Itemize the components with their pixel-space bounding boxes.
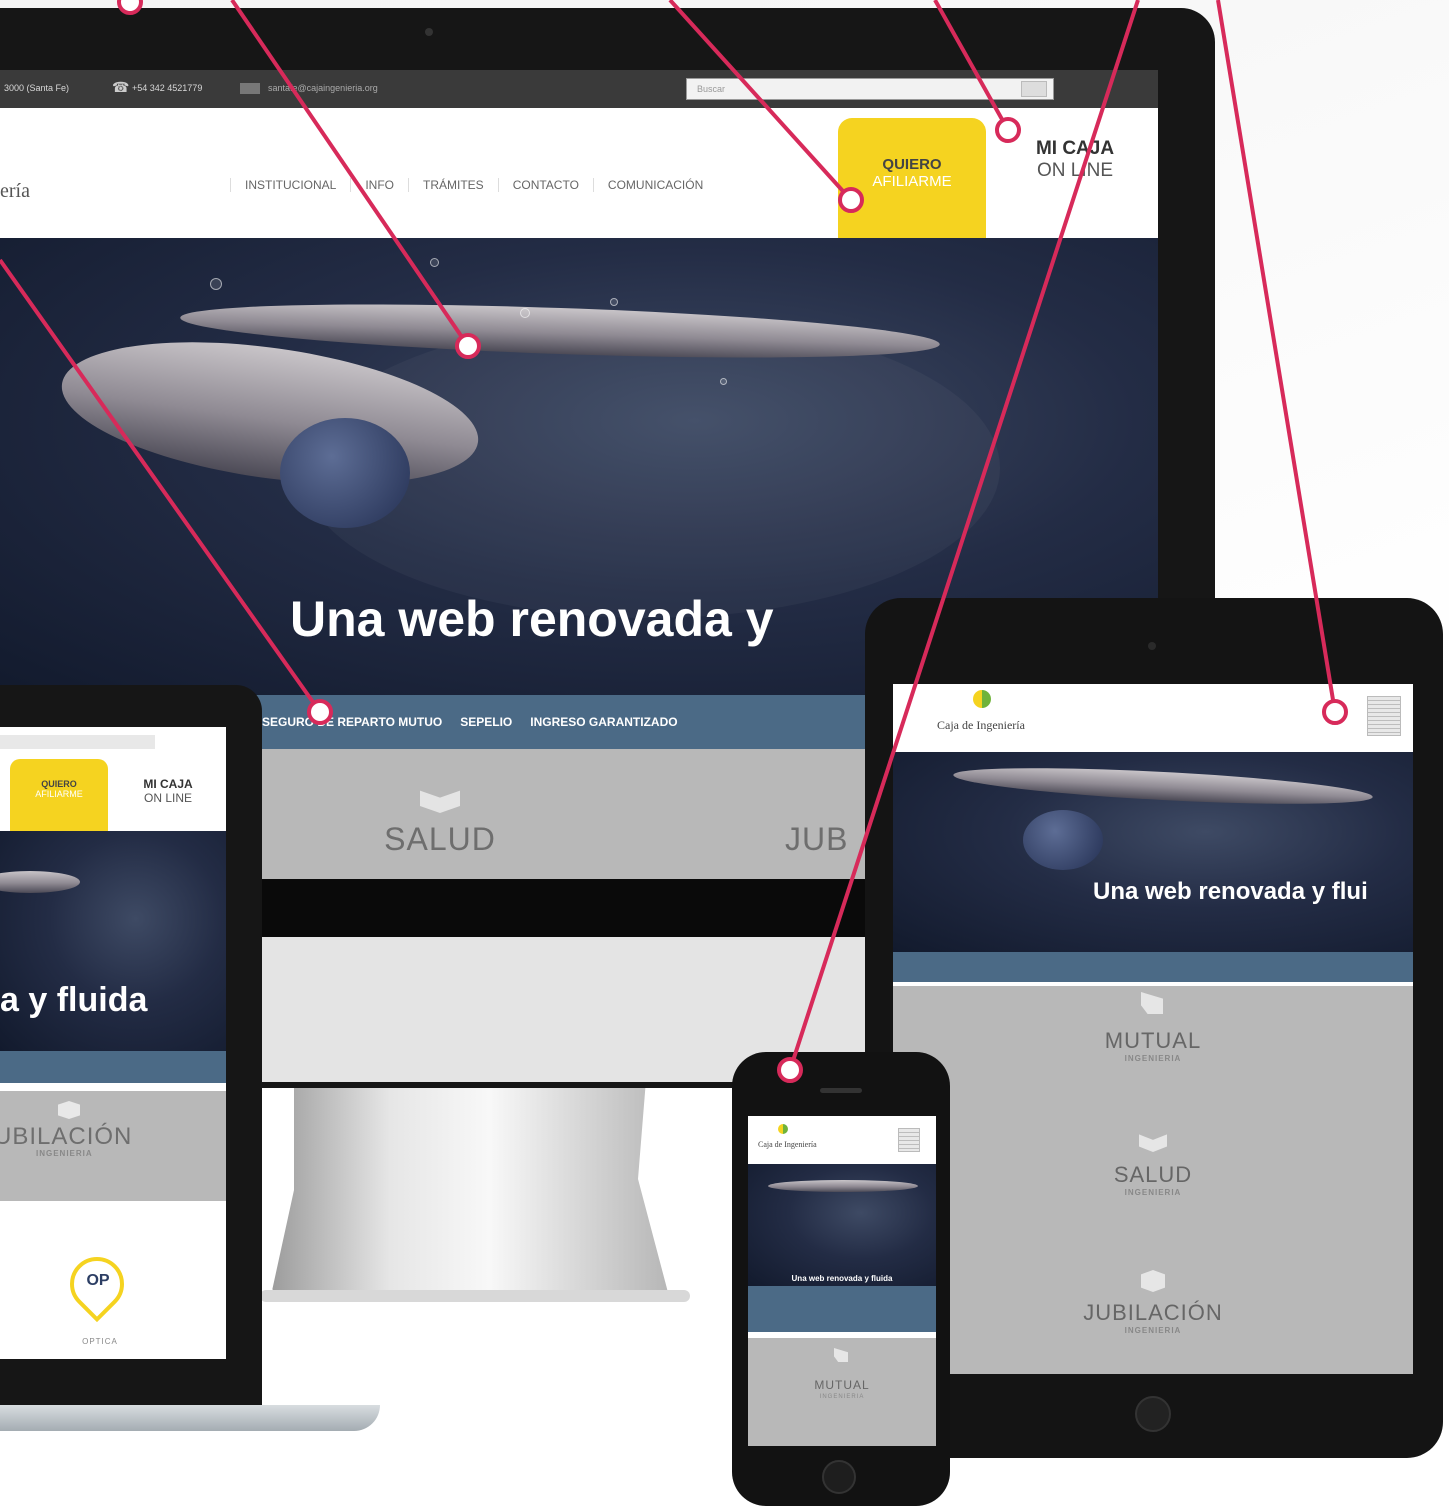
callout-dot-tablet-menu	[1322, 699, 1348, 725]
callout-dot-afiliarme	[838, 187, 864, 213]
callout-line-swimmer	[230, 0, 470, 348]
callout-line-online	[933, 0, 1010, 131]
callout-line-afiliarme	[668, 0, 853, 202]
callout-line-subnav	[0, 258, 322, 714]
callout-lines	[0, 0, 1348, 1083]
callout-dot-online	[995, 117, 1021, 143]
callout-dot-subnav	[307, 699, 333, 725]
callout-dot-phone	[777, 1057, 803, 1083]
callout-line-phone	[788, 0, 1140, 1071]
callout-line-tablet-menu	[1216, 0, 1337, 713]
callout-dot-logo	[117, 0, 143, 15]
callout-dot-swimmer	[455, 333, 481, 359]
